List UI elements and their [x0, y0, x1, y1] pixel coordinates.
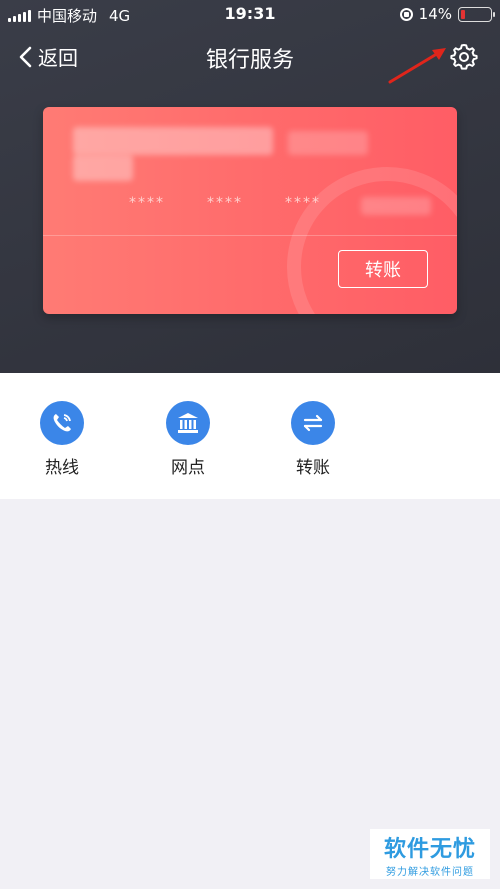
- battery-icon: [458, 6, 495, 22]
- service-label: 转账: [296, 458, 330, 478]
- bank-card[interactable]: **** **** **** 转账: [43, 107, 457, 314]
- blurred-card-tail: [361, 197, 431, 215]
- battery-percent: 14%: [418, 5, 452, 23]
- blurred-card-name: [73, 127, 273, 155]
- blurred-card-type: [288, 131, 368, 155]
- bank-icon: [178, 413, 198, 433]
- card-transfer-button[interactable]: 转账: [338, 250, 428, 288]
- rotation-lock-icon: [399, 7, 413, 21]
- service-label: 热线: [45, 458, 79, 478]
- status-bar: 中国移动 4G 19:31 14%: [0, 0, 500, 30]
- service-grid: 热线 网点 转账: [0, 373, 500, 499]
- watermark-title: 软件无忧: [383, 837, 476, 862]
- service-branch[interactable]: 网点: [148, 401, 228, 478]
- phone-icon: [53, 414, 71, 432]
- card-number-mask: ****: [129, 195, 165, 211]
- annotation-arrow-icon: [388, 48, 446, 84]
- site-watermark: 软件无忧 努力解决软件问题: [370, 829, 490, 879]
- watermark-subtitle: 努力解决软件问题: [386, 867, 474, 878]
- bank-logo-watermark-icon: [287, 167, 457, 314]
- card-divider: [43, 235, 457, 236]
- card-number-mask: ****: [285, 195, 321, 211]
- service-transfer[interactable]: 转账: [273, 401, 353, 478]
- blurred-card-name: [73, 155, 133, 181]
- gear-icon[interactable]: [450, 42, 478, 70]
- transfer-icon: [303, 414, 323, 432]
- service-hotline[interactable]: 热线: [22, 401, 102, 478]
- service-label: 网点: [171, 458, 205, 478]
- card-number-mask: ****: [207, 195, 243, 211]
- header-area: 中国移动 4G 19:31 14% 返回 银行服务 **** **** ****…: [0, 0, 500, 373]
